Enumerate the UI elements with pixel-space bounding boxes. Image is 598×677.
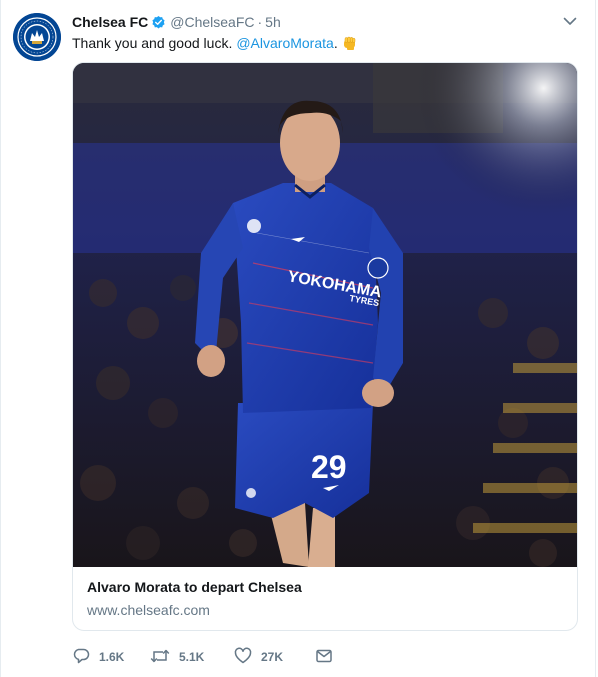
card-image[interactable]: YOKOHAMA TYRES 29 bbox=[73, 63, 577, 567]
chelsea-crest-logo bbox=[13, 13, 61, 61]
avatar[interactable] bbox=[13, 13, 61, 61]
reply-count: 1.6K bbox=[99, 650, 125, 664]
envelope-icon bbox=[315, 647, 333, 668]
retweet-count: 5.1K bbox=[179, 650, 205, 664]
card-domain[interactable]: www.chelseafc.com bbox=[87, 602, 210, 618]
tweet-text: Thank you and good luck. @AlvaroMorata . bbox=[72, 34, 358, 52]
reply-icon bbox=[72, 647, 90, 668]
card-title[interactable]: Alvaro Morata to depart Chelsea bbox=[87, 579, 302, 595]
shirt-number-text: 29 bbox=[311, 449, 347, 485]
mention-link[interactable]: @AlvaroMorata bbox=[236, 34, 333, 52]
like-button[interactable]: 27K bbox=[234, 646, 283, 668]
tweet-header: Chelsea FC @ChelseaFC · 5h bbox=[72, 12, 281, 32]
tweet-body-text: Thank you and good luck. bbox=[72, 35, 233, 51]
tweet[interactable]: Chelsea FC @ChelseaFC · 5h Thank you and… bbox=[0, 0, 596, 677]
like-count: 27K bbox=[261, 650, 284, 664]
raised-fist-emoji bbox=[342, 35, 358, 51]
tweet-text-end: . bbox=[333, 35, 338, 51]
tweet-timestamp[interactable]: 5h bbox=[265, 14, 281, 30]
reply-button[interactable]: 1.6K bbox=[72, 646, 124, 668]
account-handle[interactable]: @ChelseaFC bbox=[170, 14, 254, 30]
retweet-icon bbox=[150, 647, 170, 668]
link-card[interactable]: YOKOHAMA TYRES 29 Alvaro Morata to depar… bbox=[72, 62, 578, 631]
verified-badge-icon bbox=[151, 15, 166, 30]
retweet-button[interactable]: 5.1K bbox=[150, 646, 204, 668]
chevron-down-icon[interactable] bbox=[561, 14, 579, 28]
player-photo: YOKOHAMA TYRES 29 bbox=[73, 63, 577, 567]
tweet-actions: 1.6K 5.1K 27K bbox=[72, 646, 372, 668]
separator-dot: · bbox=[257, 14, 263, 30]
account-name[interactable]: Chelsea FC bbox=[72, 14, 148, 30]
heart-icon bbox=[234, 647, 252, 668]
direct-message-button[interactable] bbox=[315, 646, 333, 668]
